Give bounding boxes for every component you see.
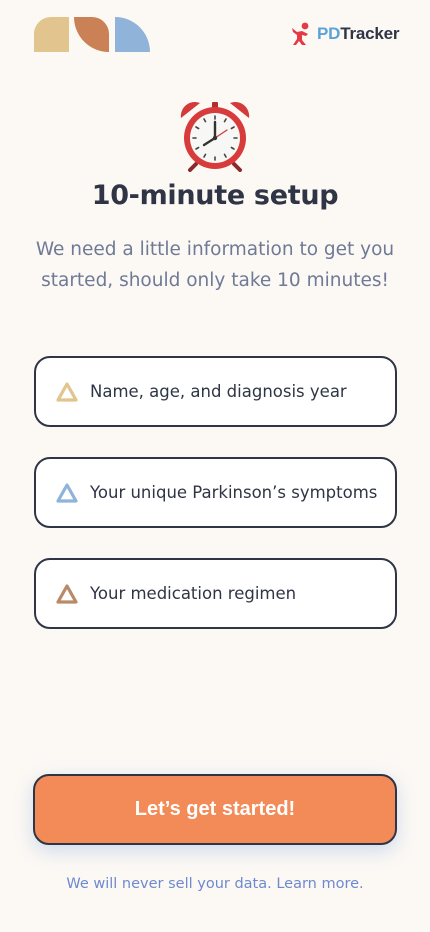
- triangle-icon: [56, 583, 78, 604]
- page-title: 10-minute setup: [91, 180, 339, 211]
- privacy-footer: We will never sell your data. Learn more…: [0, 876, 430, 892]
- alarm-clock-icon: [180, 102, 250, 172]
- triangle-icon: [56, 482, 78, 503]
- setup-screen: PDTracker 10-minute setup We need a litt…: [0, 0, 430, 932]
- step-card-symptoms: Your unique Parkinson’s symptoms: [34, 457, 397, 528]
- brand-shapes-logo: [34, 17, 150, 52]
- pdtracker-person-icon: [292, 22, 309, 45]
- step-card-personal-info: Name, age, and diagnosis year: [34, 356, 397, 427]
- privacy-text: We will never sell your data.: [66, 876, 272, 892]
- logo-suffix: Tracker: [340, 24, 400, 43]
- step-label: Name, age, and diagnosis year: [90, 382, 347, 401]
- step-card-medication: Your medication regimen: [34, 558, 397, 629]
- page-subtitle: We need a little information to get you …: [35, 239, 395, 291]
- get-started-button[interactable]: Let’s get started!: [33, 774, 397, 845]
- triangle-icon: [56, 381, 78, 402]
- logo-prefix: PD: [317, 24, 341, 43]
- step-label: Your unique Parkinson’s symptoms: [90, 483, 378, 502]
- step-label: Your medication regimen: [90, 584, 297, 603]
- pdtracker-logo: PDTracker: [290, 22, 400, 46]
- learn-more-link[interactable]: Learn more.: [276, 876, 363, 892]
